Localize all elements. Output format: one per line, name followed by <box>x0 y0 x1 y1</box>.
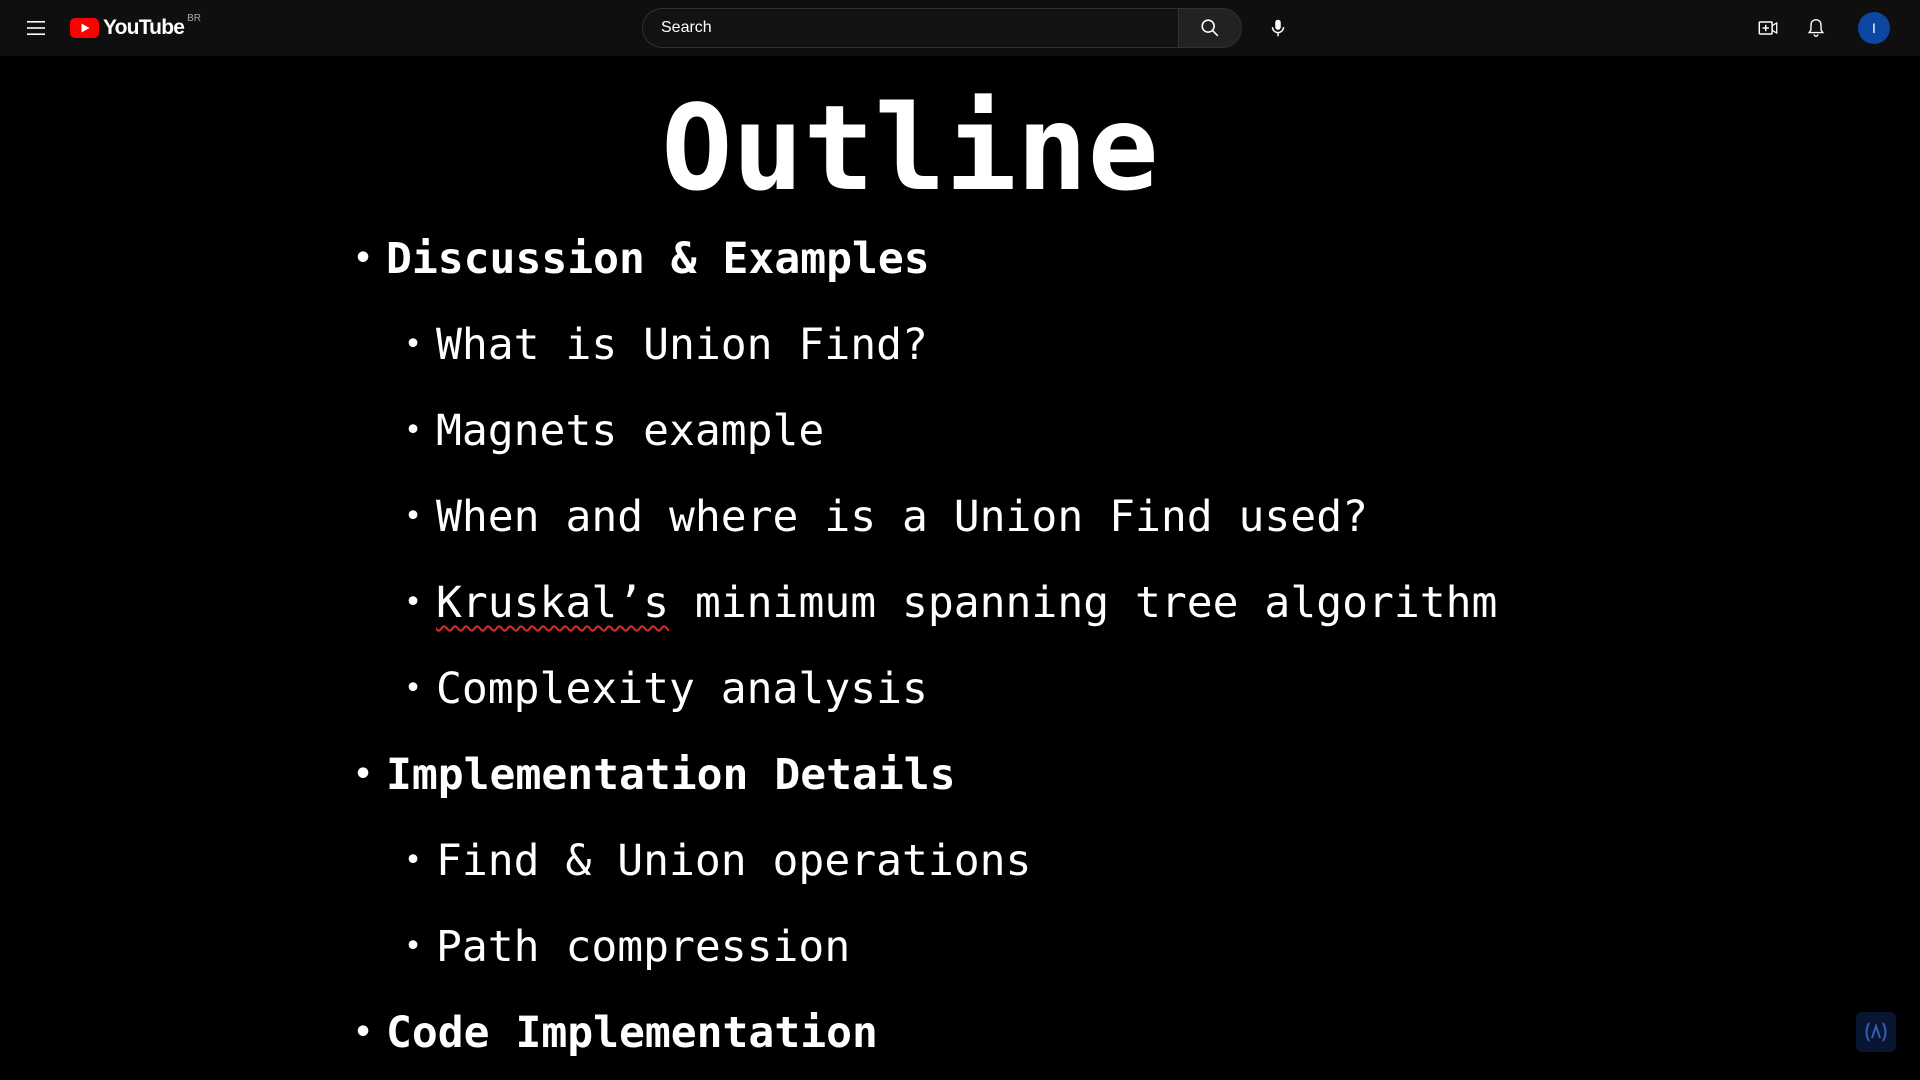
bullet-icon: • <box>354 757 373 792</box>
bullet-icon: • <box>354 1015 373 1050</box>
country-code: BR <box>187 12 202 24</box>
account-avatar[interactable]: I <box>1858 12 1890 44</box>
guide-menu-button[interactable] <box>16 8 56 48</box>
voice-search-button[interactable] <box>1258 8 1298 48</box>
outline-item-text: What is Union Find? <box>436 320 928 370</box>
outline-item-text: Complexity analysis <box>436 664 928 714</box>
outline-subitem: • Complexity analysis <box>348 646 1497 732</box>
logo-text: YouTube <box>103 16 185 39</box>
outline-subitem: • Magnets example <box>348 388 1497 474</box>
outline-item-text: Implementation Details <box>386 750 956 800</box>
bullet-icon: • <box>404 413 423 448</box>
bullet-icon: • <box>354 241 373 276</box>
bullet-icon: • <box>404 585 423 620</box>
bullet-icon: • <box>404 929 423 964</box>
channel-watermark[interactable] <box>1856 1012 1896 1052</box>
video-player[interactable]: Outline • Discussion & Examples • What i… <box>0 56 1920 1080</box>
outline-subitem: • When and where is a Union Find used? <box>348 474 1497 560</box>
microphone-icon <box>1271 19 1285 37</box>
youtube-home-logo[interactable]: YouTube BR <box>70 12 202 42</box>
search-box[interactable] <box>642 8 1178 48</box>
outline-subitem: • What is Union Find? <box>348 302 1497 388</box>
outline-item-text: Magnets example <box>436 406 825 456</box>
bullet-icon: • <box>404 843 423 878</box>
slide-title: Outline <box>661 79 1159 217</box>
outline-item: • Discussion & Examples <box>348 216 1497 302</box>
outline-item-text: Discussion & Examples <box>386 234 930 284</box>
search-icon <box>1201 19 1219 37</box>
hamburger-menu-icon <box>27 21 45 35</box>
outline-item-text: When and where is a Union Find used? <box>436 492 1368 542</box>
spellcheck-underlined-word: Kruskal’s <box>436 578 669 628</box>
outline-item-text: Path compression <box>436 922 851 972</box>
bullet-icon: • <box>404 671 423 706</box>
youtube-logo-icon <box>70 18 99 38</box>
masthead: YouTube BR Search I <box>0 0 1920 57</box>
create-video-icon <box>1758 21 1778 35</box>
search-input[interactable] <box>659 18 1178 38</box>
bullet-icon: • <box>404 499 423 534</box>
outline-subitem: • Path compression <box>348 904 1497 990</box>
channel-logo-icon <box>1865 1022 1887 1042</box>
outline-item-text: Code Implementation <box>386 1008 878 1058</box>
outline-item-text: Find & Union operations <box>436 836 1032 886</box>
create-button[interactable] <box>1748 8 1788 48</box>
outline-subitem: • Find & Union operations <box>348 818 1497 904</box>
search-button[interactable] <box>1178 8 1242 48</box>
outline-item: • Code Implementation <box>348 990 1497 1076</box>
outline-item: • Implementation Details <box>348 732 1497 818</box>
outline-list: • Discussion & Examples • What is Union … <box>348 216 1497 1076</box>
outline-subitem: • Kruskal’s minimum spanning tree algori… <box>348 560 1497 646</box>
bullet-icon: • <box>404 327 423 362</box>
search-bar <box>642 8 1242 48</box>
notifications-button[interactable] <box>1796 8 1836 48</box>
bell-icon <box>1807 19 1825 37</box>
outline-item-text: minimum spanning tree algorithm <box>669 578 1498 628</box>
